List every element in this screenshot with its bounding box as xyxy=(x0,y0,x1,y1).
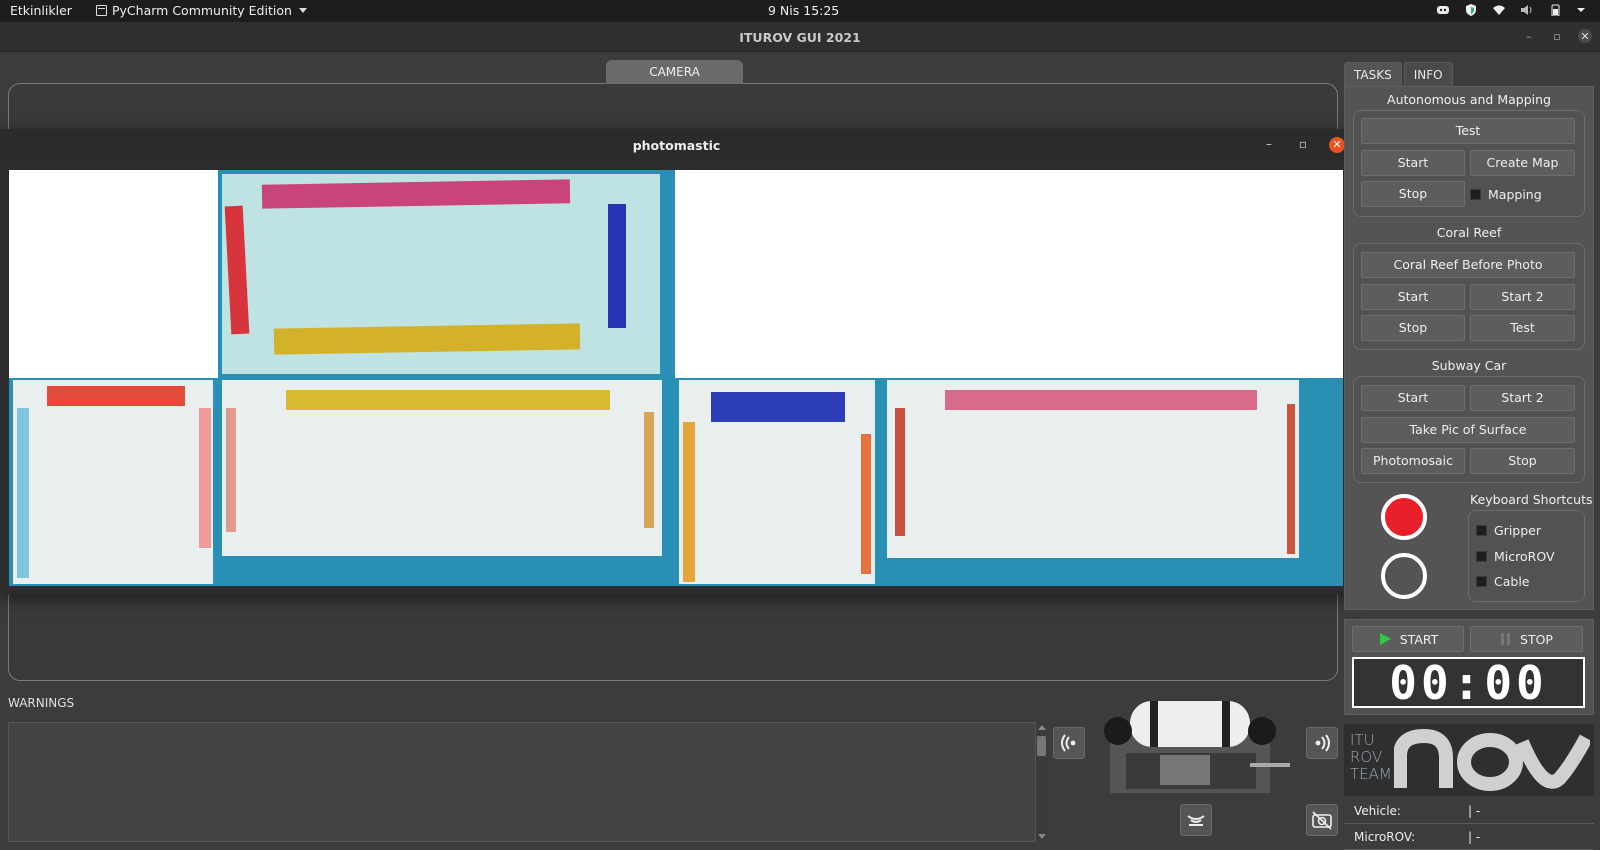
sonar-icon xyxy=(1187,815,1205,826)
checkbox-box[interactable] xyxy=(1470,189,1481,200)
photomastic-window: photomastic – ▫ ✕ xyxy=(0,129,1353,594)
mosaic-tile-top xyxy=(218,170,675,378)
timer-start-button[interactable]: START xyxy=(1352,626,1464,652)
record-indicator-red[interactable] xyxy=(1381,494,1427,540)
mosaic-tile-bottom-2 xyxy=(218,378,675,586)
cable-label: Cable xyxy=(1494,574,1530,589)
microrov-status-value: | - xyxy=(1468,830,1481,844)
tab-info[interactable]: INFO xyxy=(1403,62,1453,86)
record-indicator-white[interactable] xyxy=(1381,553,1427,599)
pause-icon xyxy=(1501,633,1511,645)
window-title: ITUROV GUI 2021 xyxy=(739,30,861,45)
rotate-left-button[interactable] xyxy=(1053,727,1085,759)
system-top-bar: Etkinlikler PyCharm Community Edition 9 … xyxy=(0,0,1600,22)
window-title-bar: ITUROV GUI 2021 – ▫ ✕ xyxy=(0,22,1600,52)
timer-display: 00:00 xyxy=(1352,656,1585,710)
chevron-down-icon[interactable] xyxy=(1576,4,1590,16)
take-pic-surface-button[interactable]: Take Pic of Surface xyxy=(1361,417,1575,443)
chevron-down-icon xyxy=(298,8,307,13)
vehicle-status-row: Vehicle: | - xyxy=(1344,798,1594,824)
iturov-logo: ITU ROV TEAM xyxy=(1344,724,1594,796)
mosaic-tile-bottom-4 xyxy=(883,378,1343,586)
vehicle-label: Vehicle: xyxy=(1354,804,1401,818)
close-icon[interactable]: ✕ xyxy=(1329,137,1345,153)
coral-test-button[interactable]: Test xyxy=(1470,315,1575,341)
clock[interactable]: 9 Nis 15:25 xyxy=(768,3,839,18)
mapping-checkbox[interactable]: Mapping xyxy=(1470,187,1542,202)
close-icon[interactable]: ✕ xyxy=(1578,29,1592,43)
photomosaic-image xyxy=(9,170,1343,586)
gripper-label: Gripper xyxy=(1494,523,1541,538)
app-window-icon xyxy=(96,5,107,16)
create-map-button[interactable]: Create Map xyxy=(1470,150,1575,176)
checkbox-box[interactable] xyxy=(1476,551,1487,562)
rov-vehicle-image xyxy=(1104,701,1290,793)
rotate-right-button[interactable] xyxy=(1306,727,1338,759)
keyboard-shortcuts-title: Keyboard Shortcuts xyxy=(1470,492,1593,507)
signal-right-icon xyxy=(1315,734,1330,752)
coral-stop-button[interactable]: Stop xyxy=(1361,315,1465,341)
timer-start-label: START xyxy=(1399,631,1439,647)
checkbox-box[interactable] xyxy=(1476,576,1487,587)
app-menu[interactable]: PyCharm Community Edition xyxy=(96,3,307,18)
maximize-icon[interactable]: ▫ xyxy=(1295,137,1311,153)
logo-line-1: ITU xyxy=(1350,731,1375,749)
vehicle-value: | - xyxy=(1468,804,1481,818)
scrollbar-thumb[interactable] xyxy=(1037,736,1046,756)
sonar-down-button[interactable] xyxy=(1180,804,1212,836)
photomastic-title-bar: photomastic – ▫ ✕ xyxy=(0,129,1353,161)
timer-stop-label: STOP xyxy=(1520,631,1553,647)
tab-tasks[interactable]: TASKS xyxy=(1344,62,1402,86)
photomastic-title: photomastic xyxy=(632,138,721,153)
battery-icon[interactable] xyxy=(1548,4,1562,17)
maximize-icon[interactable]: ▫ xyxy=(1550,29,1564,43)
gripper-checkbox[interactable]: Gripper xyxy=(1476,523,1541,538)
subway-start2-button[interactable]: Start 2 xyxy=(1470,385,1575,411)
autonomous-test-button[interactable]: Test xyxy=(1361,118,1575,144)
cable-checkbox[interactable]: Cable xyxy=(1476,574,1530,589)
scroll-down-icon[interactable] xyxy=(1038,834,1046,839)
checkbox-box[interactable] xyxy=(1476,525,1487,536)
microrov-status-label: MicroROV: xyxy=(1354,830,1416,844)
subway-start-button[interactable]: Start xyxy=(1361,385,1465,411)
logo-line-3: TEAM xyxy=(1350,765,1392,783)
discord-icon[interactable] xyxy=(1436,4,1450,16)
activities-button[interactable]: Etkinlikler xyxy=(10,3,72,18)
coral-start-button[interactable]: Start xyxy=(1361,284,1465,310)
autonomous-section-title: Autonomous and Mapping xyxy=(1387,92,1551,107)
volume-icon[interactable] xyxy=(1520,4,1534,16)
camera-off-button[interactable] xyxy=(1306,804,1338,836)
timer-stop-button[interactable]: STOP xyxy=(1470,626,1583,652)
signal-left-icon xyxy=(1061,734,1076,752)
rov-logo-graphic xyxy=(1394,728,1590,791)
wifi-icon[interactable] xyxy=(1492,4,1506,16)
mosaic-tile-bottom-1 xyxy=(9,378,218,586)
play-icon xyxy=(1379,633,1391,645)
minimize-icon[interactable]: – xyxy=(1522,29,1536,43)
system-tray[interactable] xyxy=(1436,4,1590,17)
scroll-up-icon[interactable] xyxy=(1038,725,1046,730)
autonomous-start-button[interactable]: Start xyxy=(1361,150,1465,176)
photomosaic-button[interactable]: Photomosaic xyxy=(1361,448,1465,474)
subway-section-title: Subway Car xyxy=(1431,358,1507,373)
app-name: PyCharm Community Edition xyxy=(112,3,292,18)
microrov-status-row: MicroROV: | - xyxy=(1344,824,1594,850)
minimize-icon[interactable]: – xyxy=(1261,137,1277,153)
coral-start2-button[interactable]: Start 2 xyxy=(1470,284,1575,310)
tab-camera[interactable]: CAMERA xyxy=(606,60,743,84)
warnings-scrollbar[interactable] xyxy=(1035,722,1047,842)
coral-before-photo-button[interactable]: Coral Reef Before Photo xyxy=(1361,252,1575,278)
warnings-label: WARNINGS xyxy=(8,696,75,710)
microrov-label: MicroROV xyxy=(1494,549,1555,564)
logo-line-2: ROV xyxy=(1350,748,1383,766)
subway-stop-button[interactable]: Stop xyxy=(1470,448,1575,474)
shield-icon[interactable] xyxy=(1464,4,1478,16)
mosaic-tile-bottom-3 xyxy=(675,378,883,586)
mapping-label: Mapping xyxy=(1488,187,1542,202)
microrov-checkbox[interactable]: MicroROV xyxy=(1476,549,1555,564)
coral-section-title: Coral Reef xyxy=(1436,225,1502,240)
camera-off-icon xyxy=(1312,811,1332,830)
autonomous-stop-button[interactable]: Stop xyxy=(1361,181,1465,207)
warnings-textbox[interactable] xyxy=(8,722,1046,842)
